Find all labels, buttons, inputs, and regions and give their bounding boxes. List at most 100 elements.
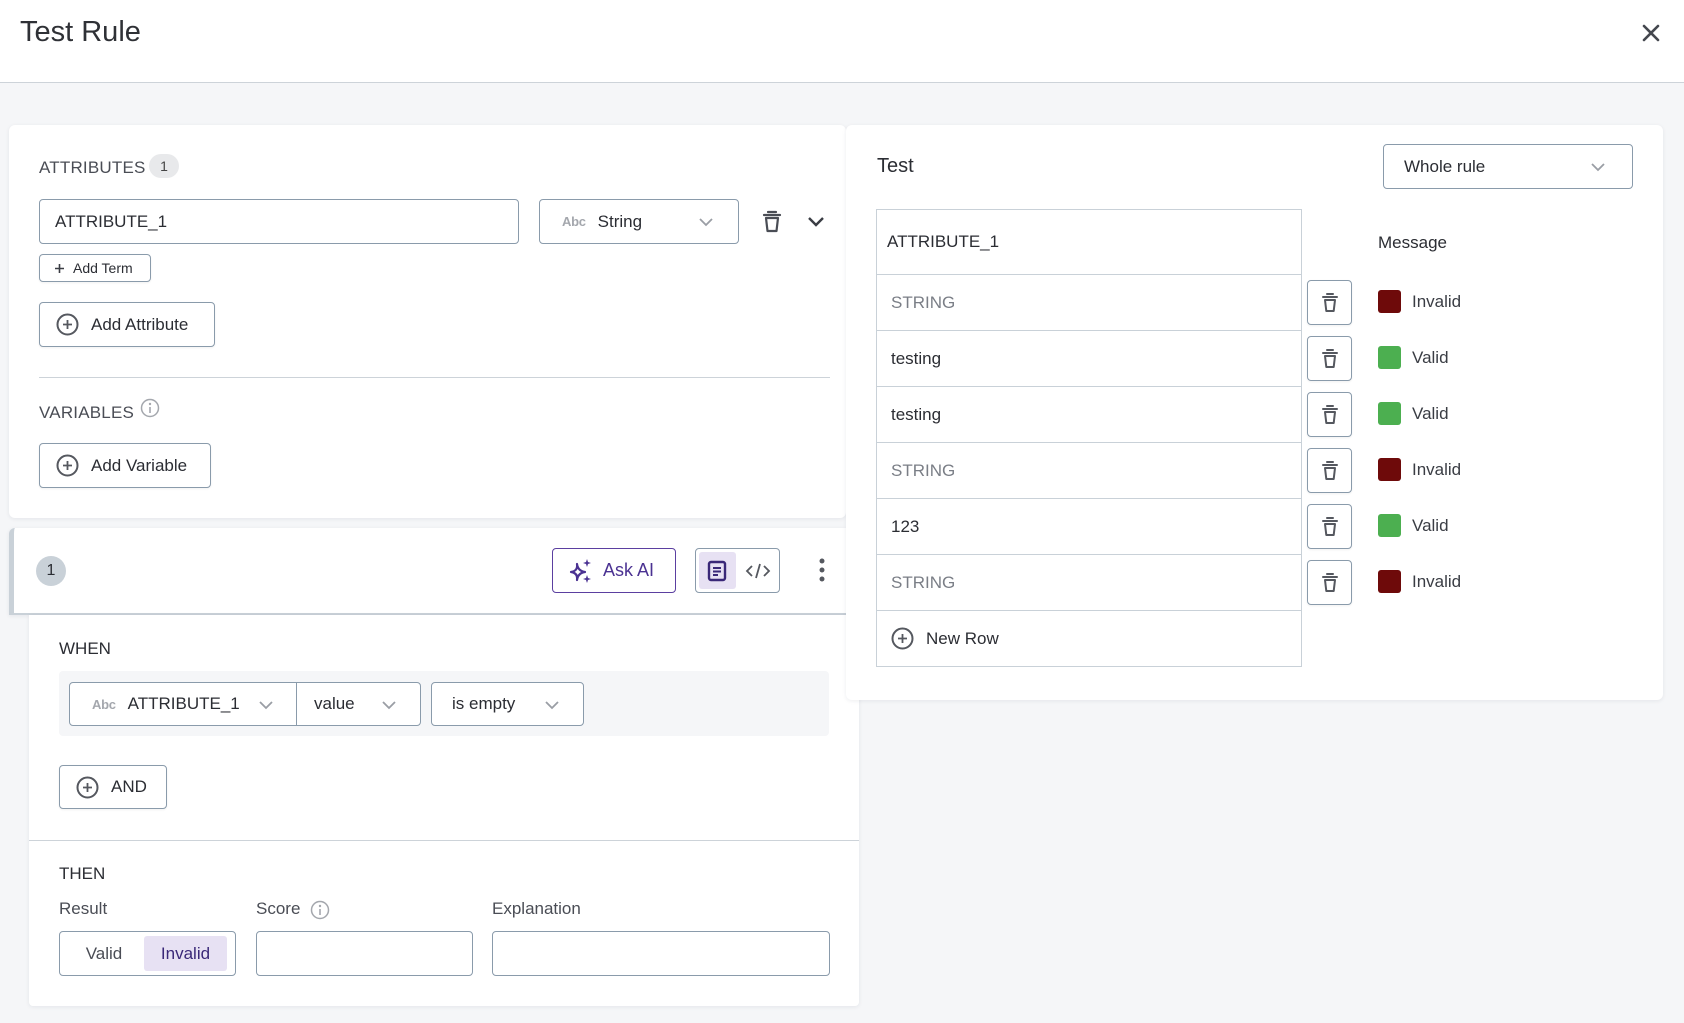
explanation-label: Explanation [492, 899, 581, 918]
score-input[interactable] [256, 931, 473, 976]
document-icon [708, 560, 727, 581]
test-row-input[interactable]: STRING [877, 443, 1301, 499]
test-row-input[interactable]: testing [877, 387, 1301, 443]
info-icon [310, 900, 330, 920]
test-row-input[interactable]: testing [877, 331, 1301, 387]
status-label: Invalid [1412, 291, 1462, 311]
then-label: THEN [59, 864, 106, 883]
plus-circle-icon [56, 313, 79, 336]
add-and-condition-button[interactable]: AND [59, 765, 167, 809]
close-button[interactable] [1638, 20, 1664, 46]
test-row-message: Invalid [1378, 458, 1461, 481]
test-scope-value: Whole rule [1404, 156, 1486, 176]
attributes-count-badge: 1 [149, 154, 179, 178]
score-label: Score [256, 899, 301, 918]
explanation-input[interactable] [492, 931, 830, 976]
attribute-name-input[interactable]: ATTRIBUTE_1 [39, 199, 519, 244]
test-scope-select[interactable]: Whole rule [1383, 144, 1633, 189]
status-swatch [1378, 402, 1401, 425]
add-term-button[interactable]: Add Term [39, 254, 151, 282]
when-label: WHEN [59, 639, 111, 658]
add-attribute-label: Add Attribute [91, 314, 189, 334]
delete-row-button[interactable] [1307, 448, 1352, 493]
ask-ai-button[interactable]: Ask AI [552, 548, 676, 593]
sparkle-icon [569, 558, 591, 583]
delete-row-button[interactable] [1307, 392, 1352, 437]
chevron-down-icon [808, 217, 824, 227]
dialog-title: Test Rule [20, 16, 141, 48]
attributes-label: ATTRIBUTES [39, 158, 146, 177]
and-label: AND [111, 777, 147, 796]
status-swatch [1378, 570, 1401, 593]
plus-circle-icon [891, 627, 914, 650]
condition-attribute-select[interactable]: Abc ATTRIBUTE_1 [69, 682, 297, 726]
test-row-input[interactable]: 123 [877, 499, 1301, 555]
status-label: Invalid [1412, 571, 1462, 591]
delete-row-button[interactable] [1307, 280, 1352, 325]
condition-row: Abc ATTRIBUTE_1 value is empty [59, 671, 829, 736]
add-attribute-button[interactable]: Add Attribute [39, 302, 215, 347]
result-option-invalid[interactable]: Invalid [144, 936, 227, 971]
condition-attribute-value: ATTRIBUTE_1 [127, 694, 240, 713]
attributes-card: ATTRIBUTES 1 ATTRIBUTE_1 Abc String Add … [9, 125, 846, 518]
status-label: Invalid [1412, 459, 1462, 479]
abc-type-icon: Abc [562, 214, 586, 229]
result-option-valid[interactable]: Valid [64, 936, 144, 971]
chevron-down-icon [545, 701, 559, 710]
delete-attribute-button[interactable] [761, 209, 783, 235]
more-vertical-icon [819, 558, 825, 582]
add-variable-label: Add Variable [91, 455, 188, 475]
new-row-button[interactable]: New Row [877, 611, 1301, 666]
form-view-button[interactable] [699, 552, 736, 589]
test-column-header: ATTRIBUTE_1 [877, 210, 1301, 275]
test-heading: Test [877, 155, 914, 177]
chevron-down-icon [259, 701, 273, 710]
status-swatch [1378, 290, 1401, 313]
test-row-input[interactable]: STRING [877, 275, 1301, 331]
chevron-down-icon [382, 701, 396, 710]
test-row-message: Valid [1378, 346, 1449, 369]
plus-icon [55, 263, 64, 273]
dialog-header: Test Rule [0, 0, 1684, 83]
abc-type-icon: Abc [92, 696, 116, 712]
attribute-type-value: String [597, 211, 643, 231]
status-label: Valid [1412, 515, 1449, 535]
ask-ai-label: Ask AI [603, 560, 655, 580]
status-label: Valid [1412, 403, 1449, 423]
section-divider [39, 377, 830, 378]
rule-header: 1 Ask AI [9, 528, 846, 615]
expand-attribute-button[interactable] [806, 213, 826, 231]
rule-body: WHEN Abc ATTRIBUTE_1 value is empty AND … [29, 615, 859, 1006]
variables-label: VARIABLES [39, 403, 135, 422]
delete-row-button[interactable] [1307, 336, 1352, 381]
variables-info-button[interactable] [140, 398, 160, 418]
condition-property-select[interactable]: value [296, 682, 421, 726]
attribute-type-select[interactable]: Abc String [539, 199, 739, 244]
test-card: Test Whole rule ATTRIBUTE_1 STRING testin… [846, 125, 1663, 700]
chevron-down-icon [1591, 163, 1605, 172]
view-mode-toggle [695, 548, 780, 593]
test-row-message: Valid [1378, 402, 1449, 425]
trash-icon [1321, 404, 1338, 424]
status-swatch [1378, 514, 1401, 537]
more-options-button[interactable] [814, 556, 830, 586]
delete-row-button[interactable] [1307, 560, 1352, 605]
plus-circle-icon [56, 454, 79, 477]
test-row-input[interactable]: STRING [877, 555, 1301, 611]
trash-icon [1321, 348, 1338, 368]
plus-circle-icon [76, 776, 99, 798]
trash-icon [762, 210, 782, 233]
condition-operator-value: is empty [452, 694, 516, 713]
delete-row-button[interactable] [1307, 504, 1352, 549]
code-view-button[interactable] [740, 552, 777, 589]
add-term-label: Add Term [73, 260, 133, 276]
message-header: Message [1378, 233, 1447, 252]
chevron-down-icon [699, 218, 713, 227]
code-icon [745, 563, 771, 578]
status-swatch [1378, 346, 1401, 369]
add-variable-button[interactable]: Add Variable [39, 443, 211, 488]
score-info-button[interactable] [310, 900, 330, 920]
condition-property-value: value [314, 694, 355, 713]
condition-operator-select[interactable]: is empty [431, 682, 584, 726]
test-row-message: Valid [1378, 514, 1449, 537]
